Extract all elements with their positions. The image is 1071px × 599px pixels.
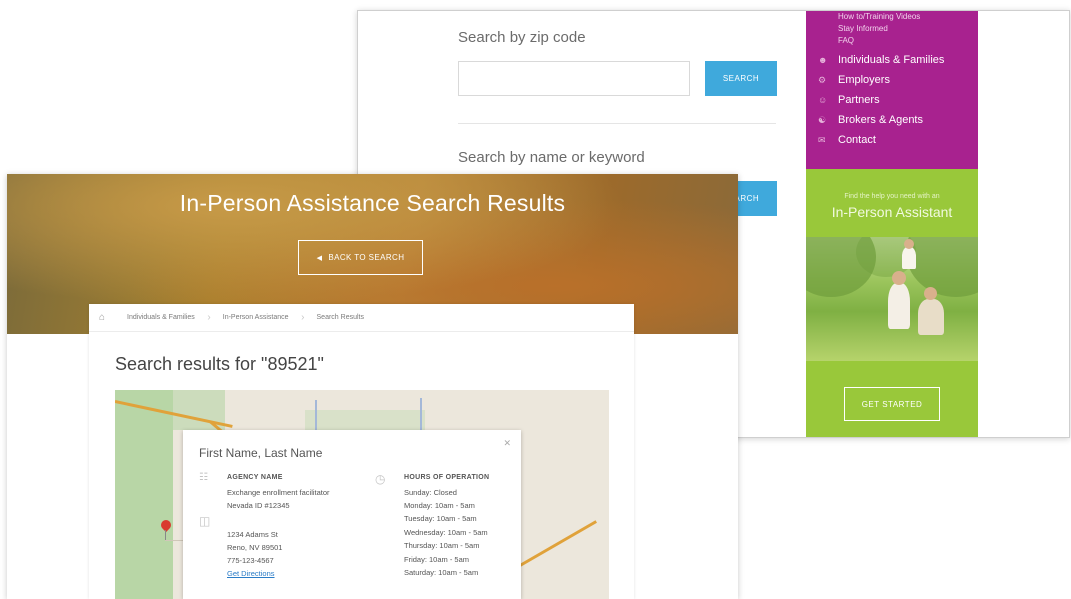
close-icon[interactable]: ✕: [503, 438, 511, 449]
get-started-button[interactable]: GET STARTED: [844, 387, 940, 421]
directions-wrapper: Get Directions: [227, 567, 275, 581]
assistant-promo: Find the help you need with an In-Person…: [806, 169, 978, 437]
nav-item-label: Partners: [838, 94, 880, 106]
hours-wednesday: Wednesday: 10am - 5am: [404, 528, 488, 537]
hours-saturday: Saturday: 10am - 5am: [404, 568, 479, 577]
zip-code-label: Search by zip code: [458, 29, 586, 46]
mail-icon: ✉: [818, 134, 826, 145]
nav-item-label: Individuals & Families: [838, 54, 945, 66]
nav-item-label: Contact: [838, 134, 876, 146]
nav-item-label: Employers: [838, 74, 890, 86]
brokers-icon: ☯: [818, 114, 827, 125]
promo-title: In-Person Assistant: [831, 204, 953, 220]
breadcrumb: ⌂ Individuals & Families In-Person Assis…: [89, 304, 634, 332]
location-info-card: ✕ First Name, Last Name ☷ AGENCY NAME Ex…: [183, 430, 521, 599]
zip-search-button[interactable]: SEARCH: [705, 61, 777, 96]
zip-code-input[interactable]: [458, 61, 690, 96]
partner-icon: ☺: [818, 95, 828, 105]
person-icon: ⚙: [818, 74, 827, 85]
id-card-icon: ☷: [199, 472, 208, 483]
hours-sunday: Sunday: Closed: [404, 488, 457, 497]
address-street: 1234 Adams St: [227, 530, 278, 539]
clock-icon: ◷: [375, 472, 386, 486]
agency-name-heading: AGENCY NAME: [227, 474, 283, 481]
map-pin-stem: [165, 530, 166, 540]
keyword-search-label: Search by name or keyword: [458, 149, 645, 166]
nav-item-partners[interactable]: ☺ Partners: [818, 90, 978, 110]
hours-heading: HOURS OF OPERATION: [404, 474, 490, 481]
hours-tuesday: Tuesday: 10am - 5am: [404, 514, 477, 523]
nav-link-training-videos[interactable]: How to/Training Videos: [818, 11, 978, 23]
page-title: In-Person Assistance Search Results: [179, 190, 566, 216]
breadcrumb-search-results: Search Results: [316, 314, 364, 321]
side-nav: How to/Training Videos Stay Informed FAQ…: [806, 11, 978, 169]
nav-item-label: Brokers & Agents: [838, 114, 923, 126]
breadcrumb-individuals-families[interactable]: Individuals & Families: [113, 312, 210, 323]
home-icon[interactable]: ⌂: [99, 312, 113, 323]
nav-item-individuals-families[interactable]: ☻ Individuals & Families: [818, 50, 978, 70]
agency-id: Nevada ID #12345: [227, 501, 290, 510]
nav-link-faq[interactable]: FAQ: [818, 35, 978, 47]
search-results-window: In-Person Assistance Search Results ◀ BA…: [7, 174, 738, 599]
nav-link-stay-informed[interactable]: Stay Informed: [818, 23, 978, 35]
promo-subtitle: Find the help you need with an: [844, 193, 940, 200]
family-photo: [806, 237, 978, 361]
phone-number: 775-123-4567: [227, 556, 274, 565]
map-icon: ◫: [199, 514, 211, 528]
divider: [458, 123, 776, 124]
hours-friday: Friday: 10am - 5am: [404, 555, 470, 564]
results-heading: Search results for "89521": [115, 354, 324, 374]
people-icon: ☻: [818, 55, 828, 65]
get-directions-link[interactable]: Get Directions: [227, 569, 275, 578]
breadcrumb-in-person-assistance[interactable]: In-Person Assistance: [209, 312, 305, 323]
hours-thursday: Thursday: 10am - 5am: [404, 541, 480, 550]
agency-type: Exchange enrollment facilitator: [227, 488, 330, 497]
back-to-search-label: BACK TO SEARCH: [328, 253, 405, 262]
back-to-search-button[interactable]: ◀ BACK TO SEARCH: [298, 240, 423, 275]
contact-name: First Name, Last Name: [199, 446, 323, 460]
hours-monday: Monday: 10am - 5am: [404, 501, 475, 510]
chevron-left-icon: ◀: [316, 254, 323, 262]
nav-item-brokers-agents[interactable]: ☯ Brokers & Agents: [818, 110, 978, 130]
nav-item-employers[interactable]: ⚙ Employers: [818, 70, 978, 90]
address-city: Reno, NV 89501: [227, 543, 283, 552]
nav-item-contact[interactable]: ✉ Contact: [818, 130, 978, 150]
